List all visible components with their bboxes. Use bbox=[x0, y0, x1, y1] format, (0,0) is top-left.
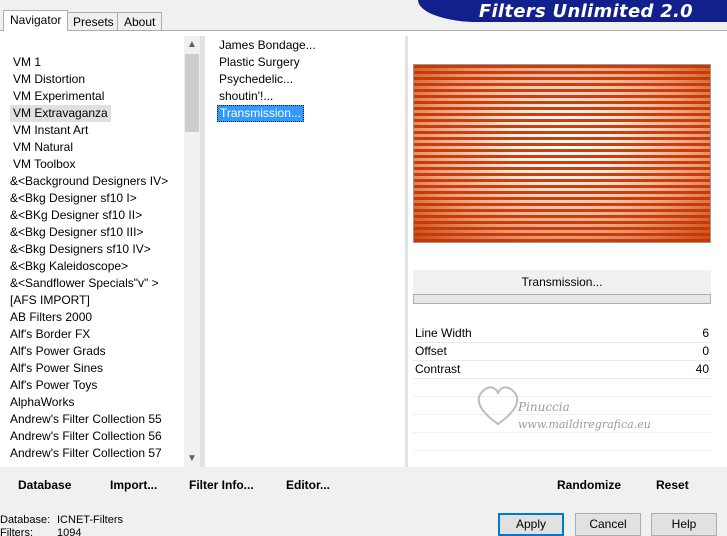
category-item[interactable]: [AFS IMPORT] bbox=[7, 292, 93, 309]
filter-item-selected[interactable]: Transmission... bbox=[217, 105, 304, 122]
category-item[interactable]: Alf's Border FX bbox=[7, 326, 93, 343]
category-item[interactable]: AB Filters 2000 bbox=[7, 309, 95, 326]
param-value[interactable]: 40 bbox=[696, 361, 709, 378]
category-item[interactable]: &<Bkg Designer sf10 I> bbox=[7, 190, 140, 207]
current-filter-name: Transmission... bbox=[413, 270, 711, 294]
category-item[interactable]: VM Natural bbox=[10, 139, 76, 156]
category-item[interactable]: Alf's Power Grads bbox=[7, 343, 109, 360]
category-item[interactable]: AlphaWorks bbox=[7, 394, 77, 411]
category-item[interactable]: Andrew's Filter Collection 56 bbox=[7, 428, 165, 445]
category-item[interactable]: Alf's Power Sines bbox=[7, 360, 106, 377]
category-item[interactable]: VM Instant Art bbox=[10, 122, 91, 139]
tab-navigator[interactable]: Navigator bbox=[3, 10, 69, 31]
editor-button[interactable]: Editor... bbox=[286, 475, 330, 495]
param-empty-row bbox=[413, 397, 711, 415]
filter-list[interactable]: James Bondage... Plastic Surgery Psyched… bbox=[205, 36, 405, 466]
randomize-button[interactable]: Randomize bbox=[557, 475, 621, 495]
param-empty-row bbox=[413, 415, 711, 433]
param-contrast[interactable]: Contrast 40 bbox=[413, 361, 711, 379]
param-line-width[interactable]: Line Width 6 bbox=[413, 325, 711, 343]
tab-presets[interactable]: Presets bbox=[66, 12, 121, 30]
category-item[interactable]: &<Bkg Kaleidoscope> bbox=[7, 258, 131, 275]
filter-item[interactable]: shoutin'!... bbox=[217, 88, 275, 105]
param-empty-row bbox=[413, 379, 711, 397]
param-label: Offset bbox=[415, 344, 447, 358]
import-button[interactable]: Import... bbox=[110, 475, 157, 495]
category-item[interactable]: VM Experimental bbox=[10, 88, 107, 105]
filter-item[interactable]: James Bondage... bbox=[217, 37, 318, 54]
database-button[interactable]: Database bbox=[18, 475, 71, 495]
status-filters-label: Filters: bbox=[0, 527, 33, 536]
category-item[interactable]: Andrew's Filter Collection 57 bbox=[7, 445, 165, 462]
category-item[interactable]: VM Distortion bbox=[10, 71, 88, 88]
param-label: Line Width bbox=[415, 326, 472, 340]
category-item[interactable]: Andrew's Filter Collection 55 bbox=[7, 411, 165, 428]
category-scrollbar[interactable]: ▲ ▼ bbox=[184, 36, 200, 467]
title-banner: Filters Unlimited 2.0 bbox=[418, 0, 727, 22]
status-database-label: Database: bbox=[0, 514, 51, 526]
param-empty-row bbox=[413, 433, 711, 451]
param-value[interactable]: 0 bbox=[702, 343, 709, 360]
scroll-thumb[interactable] bbox=[185, 54, 199, 132]
cancel-button[interactable]: Cancel bbox=[575, 513, 641, 536]
help-button[interactable]: Help bbox=[651, 513, 717, 536]
status-filters-value: 1094 bbox=[57, 527, 82, 536]
status-filters: Filters: 1094 bbox=[0, 527, 81, 536]
scroll-up-icon[interactable]: ▲ bbox=[184, 36, 200, 53]
filter-preview-image bbox=[413, 64, 711, 243]
status-database: Database: ICNET-Filters bbox=[0, 514, 123, 526]
category-item[interactable]: VM 1 bbox=[10, 54, 44, 71]
category-item[interactable]: &<Bkg Designer sf10 III> bbox=[7, 224, 146, 241]
filter-info-button[interactable]: Filter Info... bbox=[189, 475, 254, 495]
banner-title: Filters Unlimited 2.0 bbox=[478, 1, 693, 22]
filter-item[interactable]: Psychedelic... bbox=[217, 71, 295, 88]
category-item[interactable]: VM Toolbox bbox=[10, 156, 78, 173]
progress-bar bbox=[413, 294, 711, 304]
reset-button[interactable]: Reset bbox=[656, 475, 689, 495]
category-item[interactable]: &<Background Designers IV> bbox=[7, 173, 171, 190]
category-item[interactable]: &<Bkg Designers sf10 IV> bbox=[7, 241, 154, 258]
category-item-selected[interactable]: VM Extravaganza bbox=[10, 105, 111, 122]
param-offset[interactable]: Offset 0 bbox=[413, 343, 711, 361]
param-label: Contrast bbox=[415, 362, 461, 376]
category-list[interactable]: VM 1 VM Distortion VM Experimental VM Ex… bbox=[0, 36, 184, 466]
filter-item[interactable]: Plastic Surgery bbox=[217, 54, 302, 71]
scroll-down-icon[interactable]: ▼ bbox=[184, 450, 200, 467]
category-item[interactable]: &<Sandflower Specials"v" > bbox=[7, 275, 162, 292]
category-item[interactable]: &<BKg Designer sf10 II> bbox=[7, 207, 145, 224]
param-value[interactable]: 6 bbox=[702, 325, 709, 342]
category-item[interactable]: Alf's Power Toys bbox=[7, 377, 100, 394]
tab-about[interactable]: About bbox=[117, 12, 163, 30]
status-database-value: ICNET-Filters bbox=[57, 514, 123, 526]
apply-button[interactable]: Apply bbox=[498, 513, 564, 536]
panel-divider bbox=[405, 36, 408, 467]
